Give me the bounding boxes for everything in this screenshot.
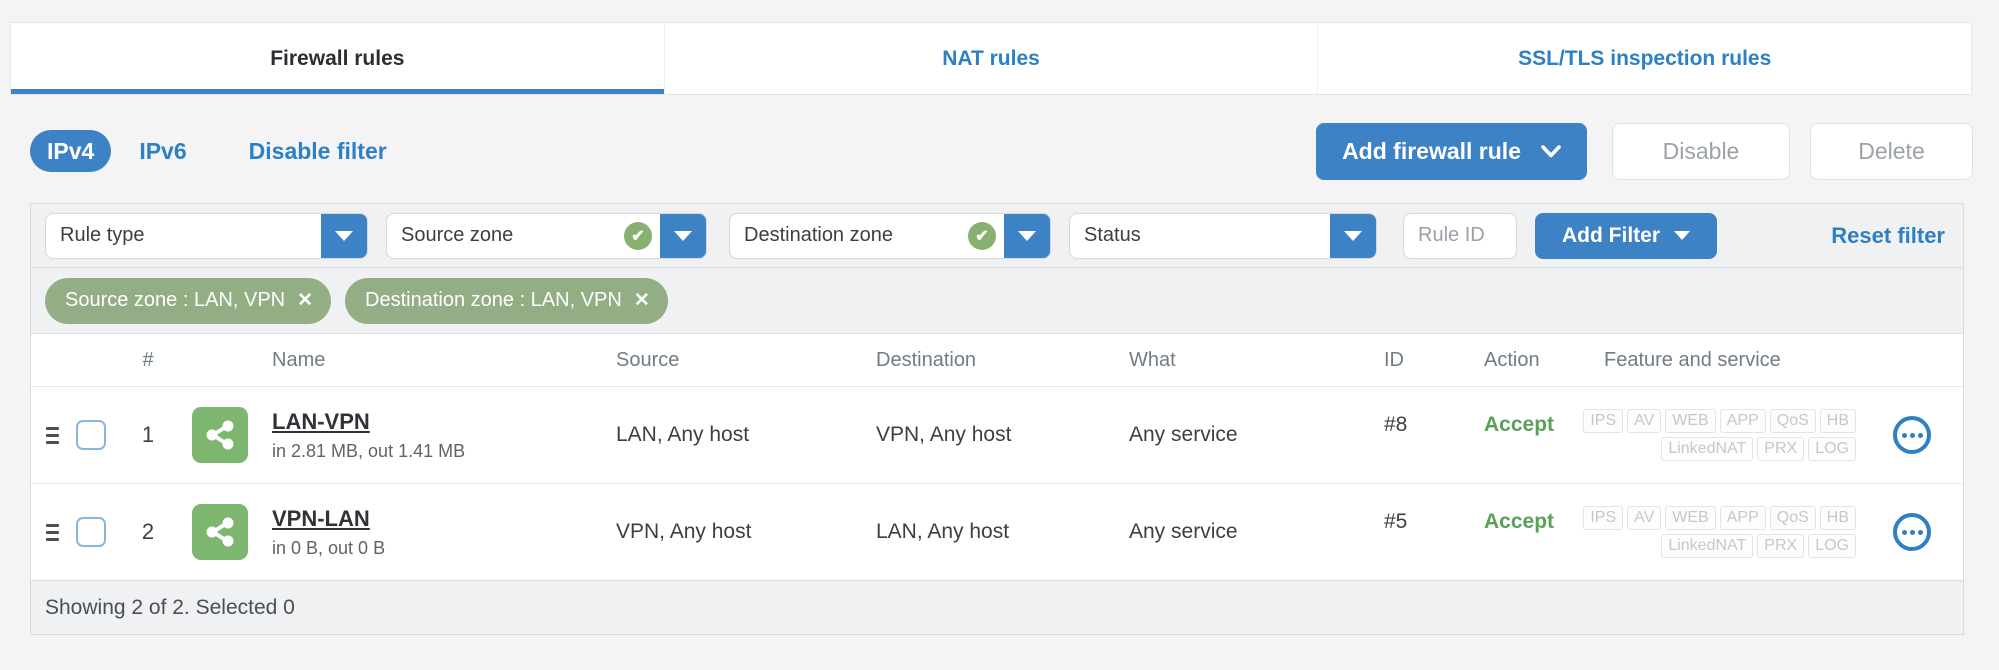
column-header-number: #: [142, 348, 154, 371]
filter-chip-source-zone: Source zone : LAN, VPN ✕: [45, 277, 332, 324]
filter-chip-label: Source zone : LAN, VPN: [65, 289, 286, 311]
column-header-source: Source: [616, 348, 680, 371]
dropdown-arrow-icon[interactable]: [1004, 213, 1050, 258]
toolbar: IPv4 IPv6 Disable filter Add firewall ru…: [30, 120, 1973, 182]
drag-handle-icon[interactable]: [46, 523, 59, 541]
row-menu-ellipsis-icon[interactable]: [1893, 416, 1931, 454]
rule-destination: VPN, Any host: [876, 423, 1012, 446]
feature-badge-hb: HB: [1819, 506, 1856, 530]
destination-zone-select-label: Destination zone: [744, 224, 893, 246]
feature-badge-linkednat: LinkedNAT: [1661, 437, 1754, 461]
filter-chip-label: Destination zone : LAN, VPN: [365, 289, 622, 311]
rule-type-select[interactable]: Rule type: [45, 212, 368, 259]
active-filters-bar: Source zone : LAN, VPN ✕ Destination zon…: [31, 268, 1963, 334]
feature-badge-app: APP: [1719, 409, 1766, 433]
status-select[interactable]: Status: [1069, 212, 1377, 259]
destination-zone-select[interactable]: Destination zone ✔: [729, 212, 1051, 259]
rule-traffic-stats: in 0 B, out 0 B: [272, 537, 386, 558]
rule-destination: LAN, Any host: [876, 520, 1010, 543]
feature-badge-log: LOG: [1808, 437, 1856, 461]
feature-badge-prx: PRX: [1757, 534, 1805, 558]
filter-chip-destination-zone: Destination zone : LAN, VPN ✕: [345, 277, 668, 324]
tab-ssl-tls-inspection-rules[interactable]: SSL/TLS inspection rules: [1318, 23, 1971, 94]
delete-button[interactable]: Delete: [1810, 122, 1973, 180]
share-nodes-icon: [206, 420, 234, 450]
rule-id-input[interactable]: [1403, 212, 1517, 259]
network-rule-icon: [192, 504, 248, 560]
dropdown-arrow-icon[interactable]: [660, 213, 706, 258]
ipv6-toggle[interactable]: IPv6: [139, 138, 186, 165]
rule-traffic-stats: in 2.81 MB, out 1.41 MB: [272, 440, 466, 461]
feature-badge-web: WEB: [1665, 506, 1716, 530]
reset-filter-link[interactable]: Reset filter: [1831, 223, 1945, 249]
table-footer: Showing 2 of 2. Selected 0: [31, 580, 1963, 634]
feature-badge-log: LOG: [1808, 534, 1856, 558]
remove-filter-icon[interactable]: ✕: [634, 291, 650, 310]
column-header-what: What: [1129, 348, 1176, 371]
rule-name-link[interactable]: VPN-LAN: [272, 506, 370, 532]
table-header: # Name Source Destination What ID Action…: [31, 334, 1963, 386]
add-firewall-rule-label: Add firewall rule: [1342, 137, 1521, 164]
rule-what: Any service: [1129, 423, 1238, 446]
status-select-label: Status: [1084, 224, 1141, 246]
firewall-rules-panel: Rule type Source zone ✔ Destination zone…: [30, 203, 1964, 635]
dropdown-arrow-icon[interactable]: [321, 213, 367, 258]
drag-handle-icon[interactable]: [46, 426, 59, 444]
share-nodes-icon: [206, 517, 234, 547]
column-header-feature-service: Feature and service: [1604, 348, 1781, 371]
tab-nat-rules[interactable]: NAT rules: [665, 23, 1319, 94]
disable-button[interactable]: Disable: [1612, 122, 1790, 180]
remove-filter-icon[interactable]: ✕: [297, 291, 313, 310]
network-rule-icon: [192, 407, 248, 463]
filter-bar: Rule type Source zone ✔ Destination zone…: [31, 204, 1963, 268]
tab-firewall-rules[interactable]: Firewall rules: [11, 23, 665, 94]
feature-badge-av: AV: [1627, 506, 1662, 530]
rule-source: VPN, Any host: [616, 520, 752, 543]
row-menu-ellipsis-icon[interactable]: [1893, 513, 1931, 551]
feature-badge-hb: HB: [1819, 409, 1856, 433]
source-zone-select[interactable]: Source zone ✔: [386, 212, 707, 259]
disable-filter-link[interactable]: Disable filter: [249, 138, 387, 165]
feature-badges: IPS AV WEB APP QoS HB LinkedNAT PRX LOG: [1583, 506, 1856, 558]
source-zone-select-label: Source zone: [401, 224, 514, 246]
rule-type-select-label: Rule type: [60, 224, 145, 246]
dropdown-arrow-icon[interactable]: [1330, 213, 1376, 258]
feature-badge-linkednat: LinkedNAT: [1661, 534, 1754, 558]
showing-summary-text: Showing 2 of 2. Selected 0: [45, 595, 295, 619]
row-checkbox[interactable]: [76, 517, 106, 547]
column-header-destination: Destination: [876, 348, 977, 371]
column-header-name: Name: [272, 348, 326, 371]
feature-badge-qos: QoS: [1769, 506, 1816, 530]
add-filter-button[interactable]: Add Filter: [1535, 212, 1717, 259]
rule-what: Any service: [1129, 520, 1238, 543]
rule-id: #5: [1384, 510, 1408, 533]
ipv4-toggle[interactable]: IPv4: [30, 130, 112, 172]
feature-badge-av: AV: [1627, 409, 1662, 433]
feature-badge-ips: IPS: [1583, 506, 1624, 530]
feature-badge-qos: QoS: [1769, 409, 1816, 433]
column-header-action: Action: [1484, 348, 1540, 371]
rule-number: 1: [141, 422, 155, 447]
feature-badges: IPS AV WEB APP QoS HB LinkedNAT PRX LOG: [1583, 409, 1856, 461]
feature-badge-app: APP: [1719, 506, 1766, 530]
row-checkbox[interactable]: [76, 420, 106, 450]
rule-id: #8: [1384, 413, 1408, 436]
rule-name-link[interactable]: LAN-VPN: [272, 409, 370, 435]
caret-down-icon: [1674, 231, 1690, 240]
rule-number: 2: [141, 519, 155, 544]
filter-active-check-icon: ✔: [968, 221, 996, 250]
add-filter-label: Add Filter: [1562, 223, 1660, 247]
feature-badge-web: WEB: [1665, 409, 1716, 433]
feature-badge-ips: IPS: [1583, 409, 1624, 433]
feature-badge-prx: PRX: [1757, 437, 1805, 461]
rule-source: LAN, Any host: [616, 423, 750, 446]
filter-active-check-icon: ✔: [624, 221, 652, 250]
add-firewall-rule-button[interactable]: Add firewall rule: [1316, 122, 1587, 180]
table-row: 2 VPN-LAN in 0 B, out 0 B VPN, Any host …: [31, 483, 1963, 580]
chevron-down-icon: [1541, 144, 1561, 157]
table-row: 1 LAN-VPN in 2.81 MB, out 1.41 MB LAN, A…: [31, 386, 1963, 483]
column-header-id: ID: [1384, 348, 1404, 371]
rule-type-tabs: Firewall rules NAT rules SSL/TLS inspect…: [10, 22, 1972, 95]
